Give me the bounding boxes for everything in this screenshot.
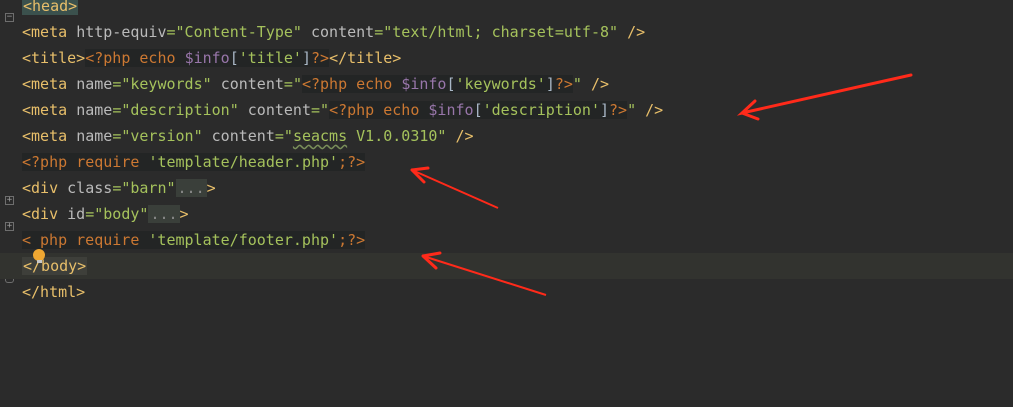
red-arrow-annotation [421, 251, 547, 296]
red-arrow-annotation [736, 73, 913, 121]
red-arrow-annotation [410, 166, 499, 209]
annotation-layer [410, 73, 913, 296]
